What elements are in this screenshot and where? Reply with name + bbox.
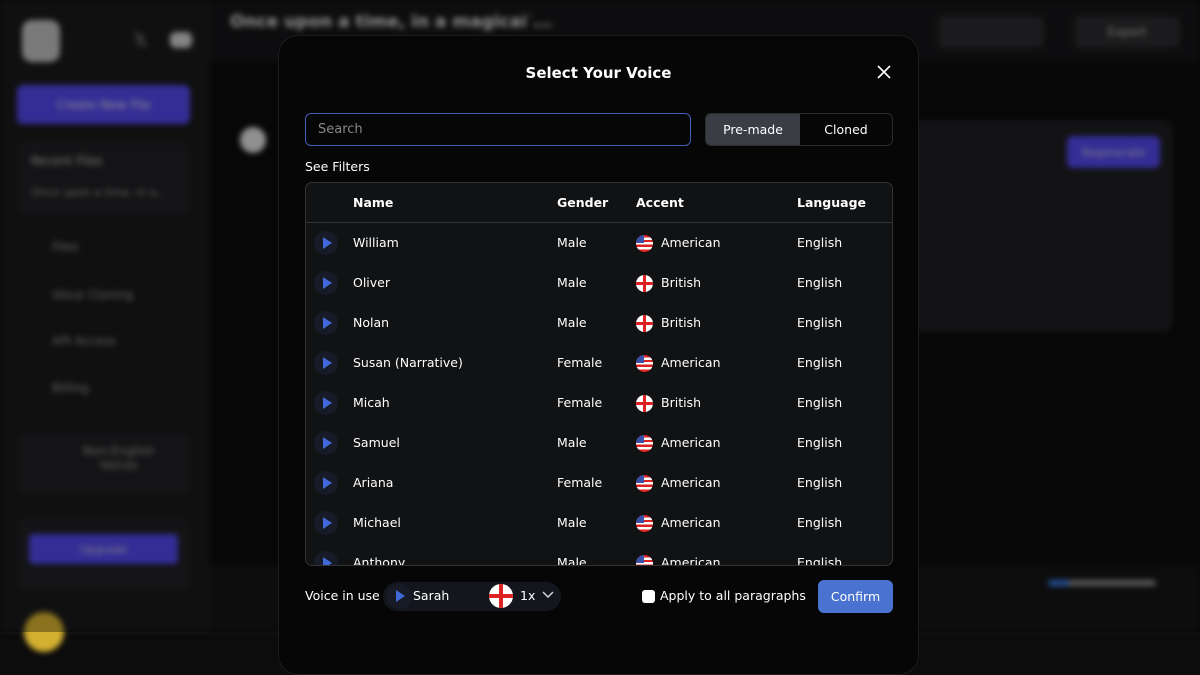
play-icon[interactable] — [314, 431, 338, 455]
play-icon[interactable] — [314, 311, 338, 335]
us-flag-icon — [636, 475, 653, 492]
play-icon[interactable] — [314, 231, 338, 255]
voice-name: Nolan — [353, 315, 390, 330]
us-flag-icon — [636, 515, 653, 532]
voice-type-toggle: Pre-made Cloned — [705, 113, 893, 146]
voice-accent: American — [661, 515, 721, 530]
voice-gender: Male — [557, 235, 587, 250]
uk-flag-icon — [489, 584, 513, 608]
table-row[interactable]: Micah Female British English — [306, 383, 892, 423]
see-filters-link[interactable]: See Filters — [305, 159, 370, 174]
voice-language: English — [797, 315, 843, 330]
voice-name: Micah — [353, 395, 390, 410]
speed-select[interactable]: 1x — [520, 588, 535, 603]
tab-pre-made[interactable]: Pre-made — [706, 114, 800, 145]
play-icon[interactable] — [314, 511, 338, 535]
table-row[interactable]: Oliver Male British English — [306, 263, 892, 303]
voice-gender: Male — [557, 555, 587, 566]
voice-gender: Male — [557, 515, 587, 530]
modal-title: Select Your Voice — [525, 64, 672, 82]
us-flag-icon — [636, 435, 653, 452]
voice-gender: Female — [557, 475, 603, 490]
voice-name: Ariana — [353, 475, 394, 490]
select-voice-modal: Select Your Voice Pre-made Cloned See Fi… — [278, 35, 919, 675]
close-icon[interactable] — [875, 63, 893, 81]
voice-name: Susan (Narrative) — [353, 355, 463, 370]
voice-name: Michael — [353, 515, 401, 530]
voice-gender: Male — [557, 435, 587, 450]
voice-name: Anthony — [353, 555, 406, 566]
header-name: Name — [353, 195, 394, 210]
voice-language: English — [797, 275, 843, 290]
voice-language: English — [797, 435, 843, 450]
voice-accent: American — [661, 235, 721, 250]
header-accent: Accent — [636, 195, 684, 210]
voice-gender: Male — [557, 275, 587, 290]
search-input[interactable] — [305, 113, 691, 146]
voice-accent: American — [661, 355, 721, 370]
voice-accent: British — [661, 395, 701, 410]
voice-language: English — [797, 555, 843, 566]
voice-accent: American — [661, 555, 721, 566]
voice-language: English — [797, 355, 843, 370]
voice-language: English — [797, 395, 843, 410]
table-row[interactable]: Susan (Narrative) Female American Englis… — [306, 343, 892, 383]
chevron-down-icon[interactable] — [541, 587, 555, 601]
table-row[interactable]: William Male American English — [306, 223, 892, 263]
voice-accent: British — [661, 275, 701, 290]
uk-flag-icon — [636, 275, 653, 292]
voice-name: Oliver — [353, 275, 391, 290]
table-row[interactable]: Anthony Male American English — [306, 543, 892, 566]
header-gender: Gender — [557, 195, 609, 210]
header-language: Language — [797, 195, 867, 210]
voice-gender: Female — [557, 395, 603, 410]
voice-name: Samuel — [353, 435, 400, 450]
table-header: Name Gender Accent Language — [306, 183, 892, 223]
us-flag-icon — [636, 555, 653, 565]
voice-gender: Male — [557, 315, 587, 330]
uk-flag-icon — [636, 395, 653, 412]
table-row[interactable]: Nolan Male British English — [306, 303, 892, 343]
voice-language: English — [797, 515, 843, 530]
apply-all-label[interactable]: Apply to all paragraphs — [660, 588, 806, 603]
table-row[interactable]: Michael Male American English — [306, 503, 892, 543]
tab-cloned[interactable]: Cloned — [800, 114, 892, 145]
voice-name: William — [353, 235, 399, 250]
voice-accent: American — [661, 435, 721, 450]
confirm-button[interactable]: Confirm — [818, 580, 893, 613]
voice-accent: British — [661, 315, 701, 330]
us-flag-icon — [636, 355, 653, 372]
us-flag-icon — [636, 235, 653, 252]
play-icon[interactable] — [387, 584, 412, 609]
voice-table: Name Gender Accent Language William Male… — [305, 182, 893, 566]
table-row[interactable]: Samuel Male American English — [306, 423, 892, 463]
uk-flag-icon — [636, 315, 653, 332]
play-icon[interactable] — [314, 351, 338, 375]
voice-gender: Female — [557, 355, 603, 370]
voice-in-use-pill: Sarah 1x — [383, 582, 561, 611]
play-icon[interactable] — [314, 271, 338, 295]
table-row[interactable]: Ariana Female American English — [306, 463, 892, 503]
voice-language: English — [797, 475, 843, 490]
play-icon[interactable] — [314, 391, 338, 415]
voice-in-use-label: Voice in use — [305, 588, 380, 603]
play-icon[interactable] — [314, 551, 338, 565]
voice-accent: American — [661, 475, 721, 490]
voice-language: English — [797, 235, 843, 250]
voice-in-use-name: Sarah — [413, 588, 450, 603]
apply-all-checkbox[interactable] — [642, 590, 655, 603]
play-icon[interactable] — [314, 471, 338, 495]
